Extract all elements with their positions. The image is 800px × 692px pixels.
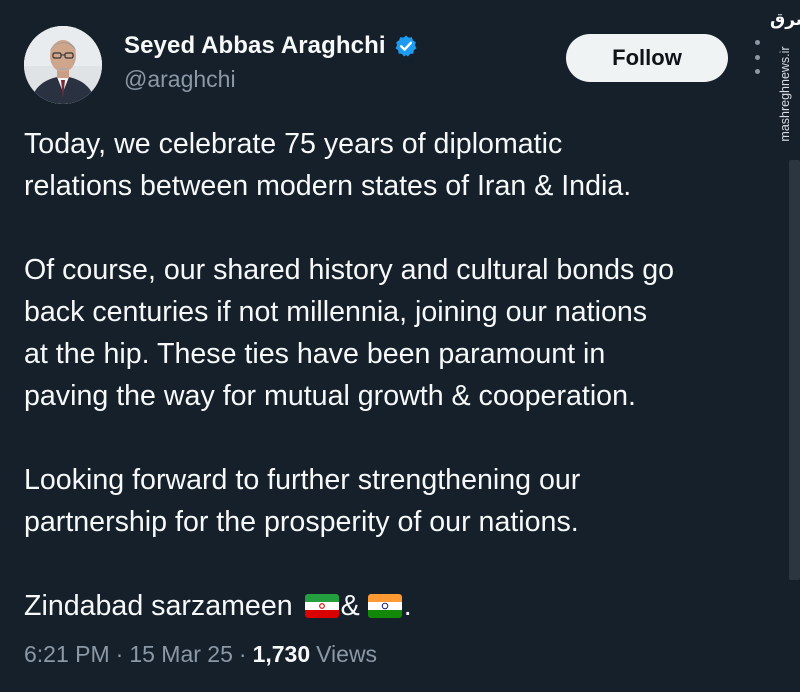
dot-icon — [754, 69, 760, 74]
tweet-text: Today, we celebrate 75 years of diplomat… — [24, 123, 764, 627]
tweet-time[interactable]: 6:21 PM — [24, 641, 110, 668]
tweet-paragraph: Looking forward to further strengthening… — [24, 459, 764, 543]
tweet-line: paving the way for mutual growth & coope… — [24, 380, 636, 412]
meta-separator: · — [238, 641, 247, 667]
dot-icon — [754, 40, 760, 45]
tweet-card: Seyed Abbas Araghchi @araghchi Follow مش… — [0, 0, 800, 692]
iran-flag — [304, 594, 339, 618]
tweet-meta: 6:21 PM · 15 Mar 25 · 1,730 Views — [24, 641, 377, 668]
closing-joiner: & — [340, 590, 360, 622]
tweet-line: Of course, our shared history and cultur… — [24, 254, 675, 286]
meta-separator: · — [115, 641, 124, 667]
tweet-line: at the hip. These ties have been paramou… — [24, 338, 606, 370]
tweet-closing: Zindabad sarzameen & . — [24, 585, 764, 627]
views-label[interactable]: Views — [316, 641, 377, 668]
dot-icon — [754, 54, 760, 60]
tweet-line: partnership for the prosperity of our na… — [24, 506, 579, 538]
verified-badge-icon[interactable] — [394, 34, 418, 58]
tweet-paragraph: Today, we celebrate 75 years of diplomat… — [24, 123, 764, 207]
tweet-paragraph: Of course, our shared history and cultur… — [24, 249, 764, 417]
closing-end: . — [403, 590, 412, 622]
tweet-line: Looking forward to further strengthening… — [24, 464, 581, 496]
author-display-name[interactable]: Seyed Abbas Araghchi — [124, 32, 386, 60]
scrollbar[interactable] — [789, 160, 800, 580]
tweet-line: Today, we celebrate 75 years of diplomat… — [24, 128, 563, 160]
watermark-logo: مشرق — [770, 10, 800, 30]
tweet-date[interactable]: 15 Mar 25 — [129, 641, 233, 668]
tweet-line: relations between modern states of Iran … — [24, 170, 632, 202]
views-count[interactable]: 1,730 — [253, 641, 311, 668]
author-handle[interactable]: @araghchi — [124, 66, 236, 93]
watermark: مشرق mashreghnews.ir — [770, 6, 800, 142]
avatar[interactable] — [24, 26, 102, 104]
tweet-line: back centuries if not millennia, joining… — [24, 296, 648, 328]
closing-text: Zindabad sarzameen — [24, 590, 293, 622]
india-flag — [367, 594, 402, 618]
more-options-icon[interactable] — [752, 40, 762, 74]
follow-button[interactable]: Follow — [566, 34, 728, 82]
watermark-site: mashreghnews.ir — [778, 46, 792, 142]
author-name-row: Seyed Abbas Araghchi — [124, 32, 418, 60]
